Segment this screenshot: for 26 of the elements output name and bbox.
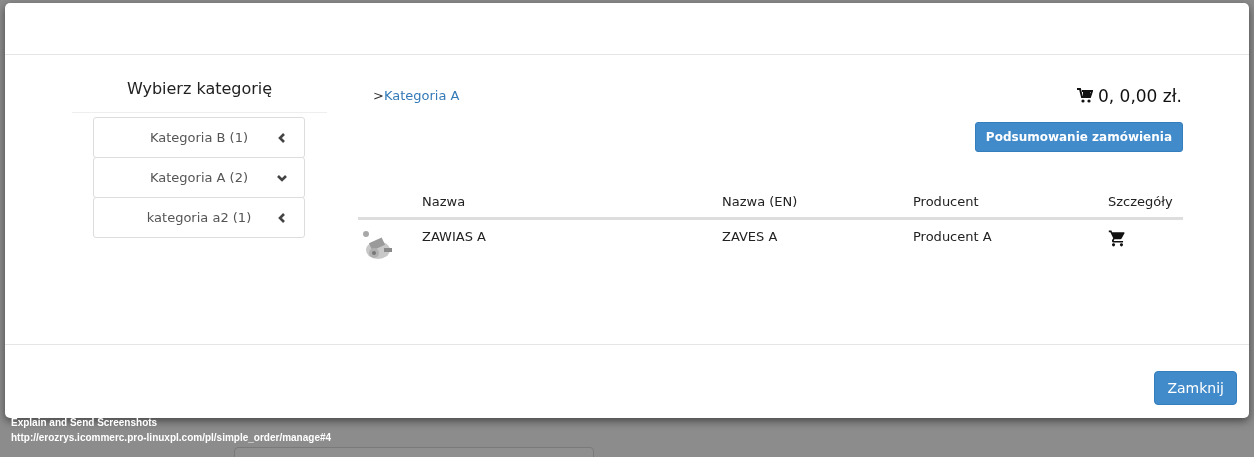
- category-item[interactable]: Kategoria B (1): [93, 117, 305, 158]
- table-cell: Producent A: [913, 218, 1108, 266]
- order-summary-button[interactable]: Podsumowanie zamówienia: [974, 122, 1183, 152]
- category-item[interactable]: kategoria a2 (1): [93, 197, 305, 238]
- table-cell: ZAWIAS A: [422, 218, 722, 266]
- column-header: Producent: [913, 186, 1108, 219]
- category-label: Kategoria B (1): [149, 130, 249, 145]
- column-header: Nazwa (EN): [722, 186, 913, 219]
- cart-icon[interactable]: [1108, 229, 1127, 248]
- chevron-left-icon: [276, 212, 288, 224]
- breadcrumb-separator: >: [373, 88, 384, 103]
- sidebar-title: Wybierz kategorię: [72, 79, 327, 113]
- category-label: Kategoria A (2): [149, 170, 249, 185]
- chevron-left-icon: [276, 132, 288, 144]
- table-cell: ZAVES A: [722, 218, 913, 266]
- chevron-down-icon: [276, 172, 288, 184]
- close-button[interactable]: Zamknij: [1154, 370, 1237, 405]
- breadcrumb-link[interactable]: Kategoria A: [383, 88, 460, 103]
- category-item[interactable]: Kategoria A (2): [93, 157, 305, 198]
- cart-icon: [1076, 88, 1093, 104]
- overlay-title: Explain and Send Screenshots: [11, 417, 159, 428]
- category-label: kategoria a2 (1): [146, 210, 252, 225]
- column-header: Szczegóły: [1108, 186, 1183, 219]
- page-url: http://erozrys.icommerc.pro-linuxpl.com/pl/simple_order/manage#4: [11, 432, 332, 443]
- cart-total: 0, 0,00 zł.: [1097, 86, 1182, 106]
- column-header: Nazwa: [422, 186, 722, 219]
